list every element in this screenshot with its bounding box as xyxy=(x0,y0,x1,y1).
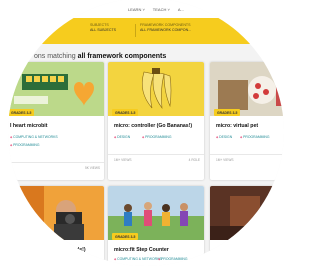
virtual-pet-illustration xyxy=(210,62,284,116)
lesson-card-1-tag-2[interactable]: PROGRAMMING xyxy=(10,143,39,147)
lesson-card-2-grade-badge: GRADES 3-5 xyxy=(112,109,139,116)
lesson-card-4-title[interactable]: · Code!) xyxy=(66,247,86,253)
lesson-card-3-title[interactable]: micro: virtual pet xyxy=(216,123,258,129)
lesson-card-2-image xyxy=(108,62,204,116)
lesson-card-3-views: 1M+ VIEWS xyxy=(216,158,234,162)
lesson-card-3[interactable]: GRADES 3-5 micro: virtual pet DESIGN PRO… xyxy=(210,62,284,180)
camera-photo-illustration xyxy=(8,186,104,240)
components-filter-value: ALL FRAMEWORK COMPON... xyxy=(140,27,192,32)
lesson-card-1-views: 5K VIEWS xyxy=(84,166,100,170)
lesson-card-2[interactable]: GRADES 3-5 micro: controller (Go Bananas… xyxy=(108,62,204,180)
lesson-card-2-tag-2[interactable]: PROGRAMMING xyxy=(142,135,171,139)
nav-teach[interactable]: TEACH ˅ xyxy=(153,7,170,12)
card-divider xyxy=(108,154,204,155)
results-heading: ons matching all framework components xyxy=(34,53,166,60)
lesson-card-6[interactable]: mic xyxy=(210,186,284,266)
lesson-card-1-tag-1[interactable]: COMPUTING & NETWORKS xyxy=(10,135,57,139)
results-heading-bold: all framework components xyxy=(77,53,167,60)
nav-learn[interactable]: LEARN ˅ xyxy=(128,7,145,12)
lesson-card-5[interactable]: GRADES 3-5 micro:fit Step Counter COMPUT… xyxy=(108,186,204,266)
lesson-card-3-image xyxy=(210,62,284,116)
lesson-card-4[interactable]: · Code!) xyxy=(8,186,104,266)
top-navigation: LEARN ˅ TEACH ˅ A... xyxy=(128,7,184,12)
nav-more[interactable]: A... xyxy=(178,7,184,12)
lesson-card-1-title[interactable]: I heart microbit xyxy=(10,123,47,129)
lesson-card-2-title[interactable]: micro: controller (Go Bananas!) xyxy=(114,123,192,129)
lesson-card-5-image xyxy=(108,186,204,240)
lesson-card-5-grade-badge: GRADES 3-5 xyxy=(112,233,139,240)
classroom-photo-illustration xyxy=(210,186,284,240)
lesson-card-2-views: 1M+ VIEWS xyxy=(114,158,132,162)
subjects-filter[interactable]: SUBJECTS ALL SUBJECTS xyxy=(90,23,116,39)
lesson-card-4-image xyxy=(8,186,104,240)
components-filter[interactable]: FRAMEWORK COMPONENTS ALL FRAMEWORK COMPO… xyxy=(140,23,191,39)
subjects-filter-value: ALL SUBJECTS xyxy=(90,27,117,32)
lesson-card-6-image xyxy=(210,186,284,240)
lesson-card-6-title[interactable]: mic xyxy=(216,247,225,253)
lesson-card-3-grade-badge: GRADES 3-5 xyxy=(214,109,241,116)
lesson-card-1[interactable]: GRADES 3-5 I heart microbit COMPUTING & … xyxy=(8,62,104,180)
lesson-card-5-tag-2[interactable]: PROGRAMMING xyxy=(158,257,187,261)
microbit-heart-illustration xyxy=(8,62,104,116)
lesson-card-5-title[interactable]: micro:fit Step Counter xyxy=(114,247,169,253)
page-viewport: LEARN ˅ TEACH ˅ A... SUBJECTS ALL SUBJEC… xyxy=(8,0,284,266)
lesson-card-5-tag-1[interactable]: COMPUTING & NETWORKS xyxy=(114,257,161,261)
results-heading-prefix: ons matching xyxy=(34,53,78,60)
bananas-illustration xyxy=(108,62,204,116)
lesson-card-1-grade-badge: GRADES 3-5 xyxy=(8,109,35,116)
lesson-card-2-tag-1[interactable]: DESIGN xyxy=(114,135,130,139)
lesson-card-2-role: 4 ROLE xyxy=(188,158,200,162)
card-divider xyxy=(210,154,284,155)
lesson-card-1-image xyxy=(8,62,104,116)
site-header: LEARN ˅ TEACH ˅ A... xyxy=(8,0,284,18)
filter-bar: SUBJECTS ALL SUBJECTS FRAMEWORK COMPONEN… xyxy=(8,18,284,44)
card-divider xyxy=(8,162,104,163)
lesson-card-3-tag-1[interactable]: DESIGN xyxy=(216,135,232,139)
lesson-card-3-tag-2[interactable]: PROGRAMMING xyxy=(240,135,269,139)
kids-running-illustration xyxy=(108,186,204,240)
filter-divider xyxy=(135,24,136,37)
